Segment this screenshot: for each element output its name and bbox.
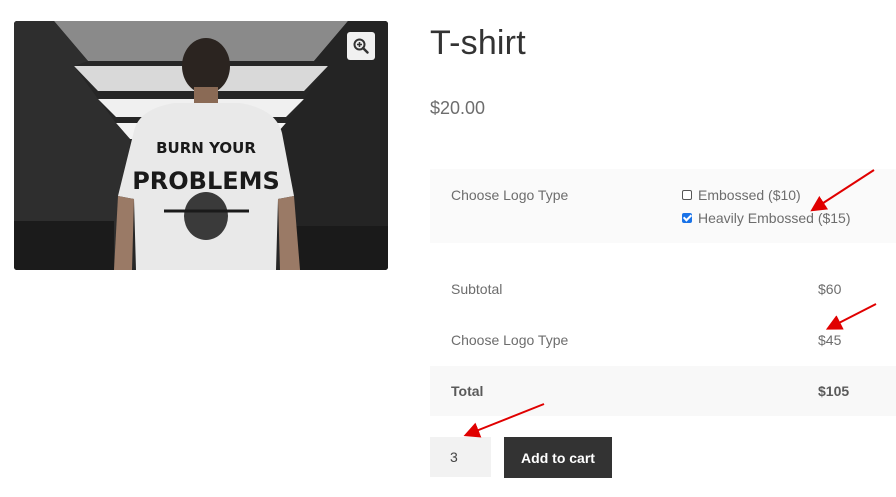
product-title: T-shirt (430, 24, 526, 62)
product-photo-graphic: BURN YOUR PROBLEMS (14, 21, 388, 270)
logo-type-options: Choose Logo Type Embossed ($10) Heavily … (430, 169, 896, 243)
zoom-in-icon (353, 38, 369, 54)
summary-row-subtotal: Subtotal $60 (430, 264, 896, 314)
product-price: $20.00 (430, 98, 486, 118)
shirt-print-line1: BURN YOUR (156, 139, 256, 157)
heavily-embossed-checkbox[interactable] (682, 213, 692, 223)
summary-label: Choose Logo Type (451, 332, 569, 348)
summary-label: Total (451, 383, 484, 399)
shirt-print-line2: PROBLEMS (132, 167, 280, 195)
product-image[interactable]: BURN YOUR PROBLEMS (14, 21, 388, 270)
summary-value: $45 (818, 332, 842, 348)
add-to-cart-button[interactable]: Add to cart (504, 437, 612, 478)
options-label: Choose Logo Type (451, 187, 569, 203)
summary-label: Subtotal (451, 281, 503, 297)
heavily-embossed-label: Heavily Embossed ($15) (698, 210, 851, 226)
summary-value: $105 (818, 383, 850, 399)
summary-value: $60 (818, 281, 842, 297)
quantity-input[interactable]: 3 (430, 437, 491, 477)
summary-row-total: Total $105 (430, 366, 896, 416)
embossed-label: Embossed ($10) (698, 187, 801, 203)
option-embossed[interactable]: Embossed ($10) (682, 187, 801, 203)
summary-row-logo-type: Choose Logo Type $45 (430, 315, 896, 365)
embossed-checkbox[interactable] (682, 190, 692, 200)
option-heavily-embossed[interactable]: Heavily Embossed ($15) (682, 210, 851, 226)
zoom-button[interactable] (347, 32, 375, 60)
